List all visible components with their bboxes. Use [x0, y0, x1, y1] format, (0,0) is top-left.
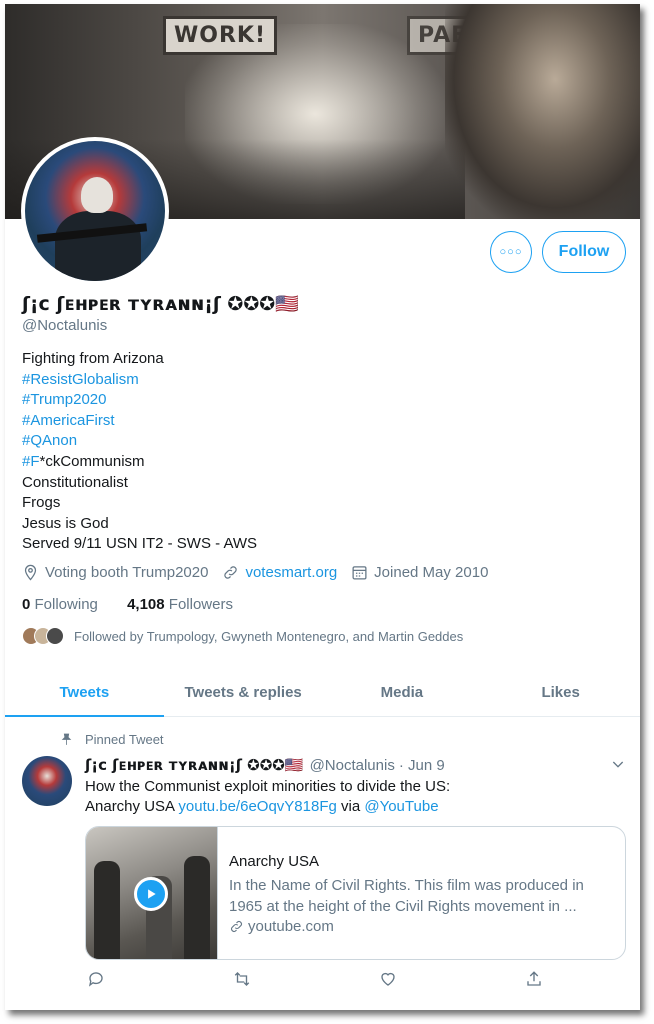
tweet-date[interactable]: · Jun 9: [399, 757, 445, 774]
avatar: [46, 627, 64, 645]
avatar-figure: [55, 211, 141, 281]
tab-tweets-replies[interactable]: Tweets & replies: [164, 669, 323, 716]
tweet-author-name[interactable]: ʃ¡ᴄ ʃᴇʜᴘᴇʀ ᴛʏʀᴀɴɴ¡ʃ ✪✪✪🇺🇸: [85, 756, 304, 774]
hashtag-link[interactable]: #F: [22, 453, 40, 470]
pin-icon: [61, 733, 72, 745]
play-icon[interactable]: [134, 877, 168, 911]
display-name: ʃ¡ᴄ ʃᴇʜᴘᴇʀ ᴛʏʀᴀɴɴ¡ʃ ✪✪✪🇺🇸: [22, 293, 299, 315]
follower-avatars: [22, 627, 64, 645]
followed-by[interactable]: Followed by Trumpology, Gwyneth Monteneg…: [22, 627, 463, 645]
link-icon: [224, 566, 238, 579]
more-options-button[interactable]: ○○○: [490, 231, 532, 273]
joined-date: Joined May 2010: [351, 564, 488, 581]
followers-link[interactable]: 4,108 Followers: [127, 596, 233, 613]
hashtag-link[interactable]: #Trump2020: [22, 390, 257, 411]
tweet-link[interactable]: youtu.be/6eOqvY818Fg: [178, 798, 336, 815]
profile-bio: Fighting from Arizona #ResistGlobalism #…: [22, 349, 257, 555]
tab-media[interactable]: Media: [323, 669, 482, 716]
bio-line: #F*ckCommunism: [22, 452, 257, 473]
tweet-author-handle[interactable]: @Noctalunis: [310, 757, 395, 774]
follow-counts: 0 Following 4,108 Followers: [22, 596, 233, 613]
profile-meta: Voting booth Trump2020 votesmart.org Joi…: [22, 564, 502, 581]
tweet-header: ʃ¡ᴄ ʃᴇʜᴘᴇʀ ᴛʏʀᴀɴɴ¡ʃ ✪✪✪🇺🇸 @Noctalunis · …: [85, 756, 445, 774]
followed-by-text: Followed by Trumpology, Gwyneth Monteneg…: [74, 628, 464, 644]
location: Voting booth Trump2020: [22, 564, 208, 581]
mention-link[interactable]: @YouTube: [364, 798, 438, 815]
bio-line: Served 9/11 USN IT2 - SWS - AWS: [22, 535, 258, 553]
bio-line: Frogs: [22, 494, 61, 512]
bio-line: Constitutionalist: [22, 473, 128, 491]
profile-page: WORK! PAБ ○○○ Follow ʃ¡ᴄ ʃᴇʜᴘᴇʀ ᴛʏʀᴀɴɴ¡ʃ…: [5, 4, 640, 1010]
bio-line: Jesus is God: [22, 514, 109, 532]
tweet-author-avatar[interactable]: [22, 756, 72, 806]
card-title: Anarchy USA: [229, 853, 320, 870]
avatar-skull: [81, 177, 113, 213]
location-text: Voting booth Trump2020: [45, 564, 209, 581]
tweet-line: Anarchy USA youtu.be/6eOqvY818Fg via @Yo…: [85, 798, 439, 815]
card-description: In the Name of Civil Rights. This film w…: [229, 877, 584, 915]
card-source: youtube.com: [229, 918, 334, 935]
profile-tabs: Tweets Tweets & replies Media Likes: [5, 669, 640, 717]
website-link[interactable]: votesmart.org: [245, 564, 337, 581]
chevron-down-icon[interactable]: [610, 756, 626, 772]
website[interactable]: votesmart.org: [222, 564, 337, 581]
share-icon[interactable]: [523, 968, 545, 990]
tab-tweets[interactable]: Tweets: [5, 669, 164, 717]
bio-line: Fighting from Arizona: [22, 350, 164, 367]
link-preview-card[interactable]: Anarchy USA In the Name of Civil Rights.…: [85, 826, 626, 960]
profile-handle: @Noctalunis: [22, 317, 108, 334]
following-link[interactable]: 0 Following: [22, 596, 98, 613]
follow-button[interactable]: Follow: [542, 231, 626, 273]
hashtag-link[interactable]: #QAnon: [22, 431, 257, 452]
like-icon[interactable]: [377, 968, 399, 990]
pinned-indicator: Pinned Tweet: [60, 732, 164, 747]
hashtag-link[interactable]: #AmericaFirst: [22, 411, 257, 432]
profile-avatar[interactable]: [21, 137, 169, 285]
calendar-icon: [352, 566, 367, 580]
tab-likes[interactable]: Likes: [481, 669, 640, 716]
tweet-actions: [85, 968, 545, 990]
tweet-text: How the Communist exploit minorities to …: [85, 777, 450, 817]
thumb-figure: [184, 856, 210, 959]
joined-text: Joined May 2010: [374, 564, 489, 581]
thumb-figure: [94, 861, 120, 959]
banner-sign-left: WORK!: [163, 16, 277, 55]
hashtag-link[interactable]: #ResistGlobalism: [22, 370, 257, 391]
more-icon: ○○○: [499, 246, 523, 258]
bio-text: *ckCommunism: [39, 452, 145, 470]
pinned-label: Pinned Tweet: [85, 732, 164, 747]
reply-icon[interactable]: [85, 968, 107, 990]
retweet-icon[interactable]: [231, 968, 253, 990]
tweet-line: How the Communist exploit minorities to …: [85, 778, 451, 795]
banner-person: [445, 4, 640, 219]
link-icon: [231, 921, 242, 932]
location-pin-icon: [24, 564, 37, 581]
